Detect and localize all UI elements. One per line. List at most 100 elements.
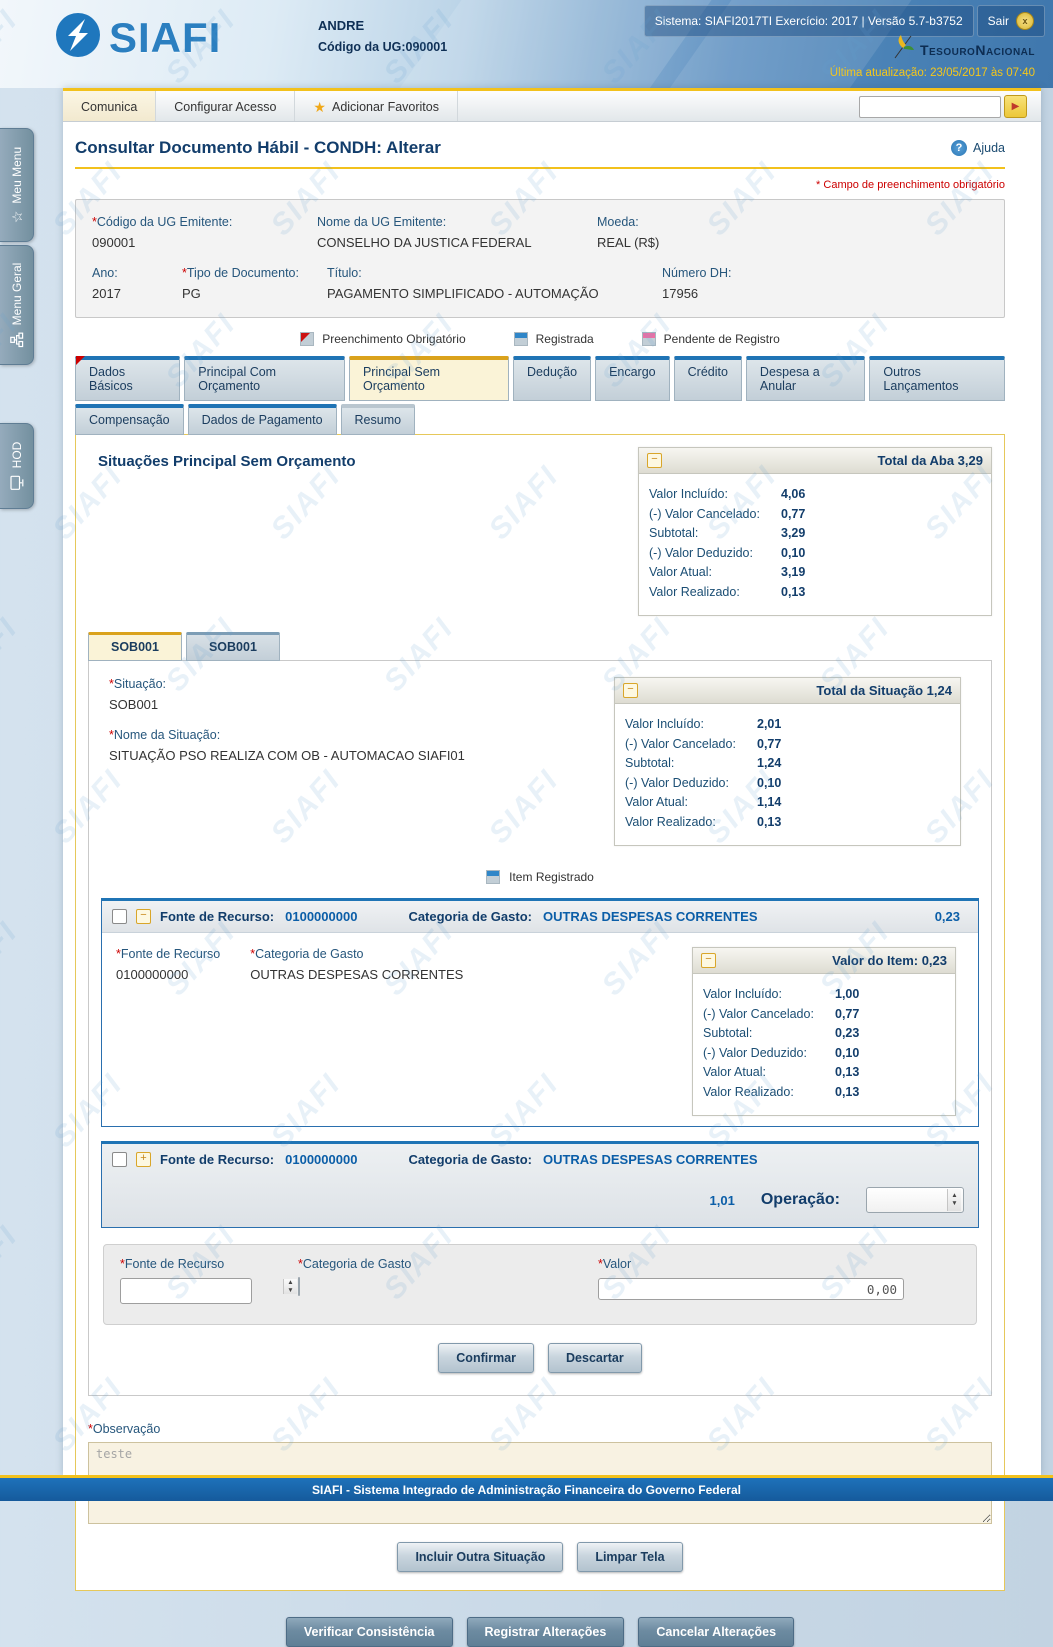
- item-fonte-value: 0100000000: [116, 967, 220, 982]
- collapse-icon[interactable]: −: [623, 683, 638, 698]
- pending-legend-icon: [642, 332, 656, 346]
- categoria-gasto-select[interactable]: ▲▼: [298, 1277, 300, 1296]
- sidebar-item-label: Menu Geral: [10, 263, 24, 326]
- sidebar-item-meu-menu[interactable]: ☆ Meu Menu: [0, 128, 34, 242]
- required-legend-icon: [300, 332, 314, 346]
- nav-tab-adicionar-favoritos[interactable]: ★ Adicionar Favoritos: [295, 91, 458, 121]
- sidebar-item-menu-geral[interactable]: Menu Geral: [0, 245, 34, 365]
- valor-input[interactable]: [598, 1278, 904, 1300]
- tab-credito[interactable]: Crédito: [674, 356, 742, 401]
- spinner-arrows-icon[interactable]: ▲▼: [947, 1189, 961, 1211]
- registrar-alteracoes-button[interactable]: Registrar Alterações: [467, 1617, 625, 1647]
- item-checkbox[interactable]: [112, 909, 127, 924]
- fonte-recurso-link[interactable]: 0100000000: [285, 1152, 357, 1167]
- system-info: Sistema: SIAFI2017TI Exercício: 2017 | V…: [644, 5, 974, 37]
- situacao-name-value: SITUAÇÃO PSO REALIZA COM OB - AUTOMACAO …: [109, 748, 465, 763]
- monitor-icon: [10, 475, 24, 490]
- side-menu: ☆ Meu Menu Menu Geral HOD: [0, 128, 36, 512]
- search-go-button[interactable]: ▶: [1004, 95, 1027, 118]
- spinner-arrows-icon[interactable]: ▲▼: [283, 1279, 297, 1294]
- valor-item-panel: − Valor do Item: 0,23 Valor Incluído:1,0…: [692, 947, 956, 1116]
- categoria-gasto-link[interactable]: OUTRAS DESPESAS CORRENTES: [543, 909, 758, 924]
- resource-item-1: − Fonte de Recurso: 0100000000 Categoria…: [101, 898, 979, 1127]
- sidebar-item-hod[interactable]: HOD: [0, 423, 34, 509]
- collapse-icon[interactable]: −: [701, 953, 716, 968]
- subtab-sob001-2[interactable]: SOB001: [186, 632, 280, 661]
- descartar-button[interactable]: Descartar: [548, 1343, 642, 1373]
- tab-principal-com-orcamento[interactable]: Principal Com Orçamento: [184, 356, 345, 401]
- collapse-icon[interactable]: −: [136, 909, 151, 924]
- confirmar-button[interactable]: Confirmar: [438, 1343, 534, 1373]
- help-icon[interactable]: ?: [951, 140, 967, 156]
- tab-outros-lancamentos[interactable]: Outros Lançamentos: [869, 356, 1005, 401]
- help-link[interactable]: ? Ajuda: [951, 140, 1005, 156]
- field-numero-dh: Número DH: 17956: [662, 266, 731, 301]
- fonte-recurso-input[interactable]: [120, 1278, 252, 1304]
- treasury-logo-text: TesouroNacional: [920, 42, 1035, 58]
- tipo-value: PG: [182, 286, 327, 301]
- total-aba-panel: − Total da Aba 3,29 Valor Incluído:4,06 …: [638, 447, 992, 616]
- categoria-gasto-link[interactable]: OUTRAS DESPESAS CORRENTES: [543, 1152, 758, 1167]
- ug-code-value: 090001: [92, 235, 317, 250]
- ano-value: 2017: [92, 286, 182, 301]
- ug-name-value: CONSELHO DA JUSTICA FEDERAL: [317, 235, 597, 250]
- search-arrow-icon: ▶: [1012, 101, 1020, 112]
- item-categoria-field: *Categoria de Gasto OUTRAS DESPESAS CORR…: [250, 947, 463, 1116]
- operacao-select[interactable]: ▲▼: [866, 1187, 964, 1213]
- search-input[interactable]: [859, 96, 1001, 118]
- siafi-logo-icon: [55, 12, 101, 63]
- resource-item-1-header[interactable]: − Fonte de Recurso: 0100000000 Categoria…: [102, 901, 978, 932]
- item-checkbox[interactable]: [112, 1152, 127, 1167]
- situation-subtabs: SOB001 SOB001: [88, 632, 992, 661]
- field-moeda: Moeda: REAL (R$): [597, 215, 659, 250]
- tab-despesa-a-anular[interactable]: Despesa a Anular: [746, 356, 866, 401]
- situacao-value: SOB001: [109, 697, 465, 712]
- collapse-icon[interactable]: −: [647, 453, 662, 468]
- incluir-outra-situacao-button[interactable]: Incluir Outra Situação: [397, 1542, 563, 1572]
- total-situacao-title: Total da Situação 1,24: [638, 683, 952, 698]
- page-title: Consultar Documento Hábil - CONDH: Alter…: [75, 138, 441, 158]
- top-banner: SIAFI ANDRE Código da UG:090001 Sistema:…: [0, 0, 1053, 88]
- treasury-logo-icon: [891, 34, 915, 65]
- section-heading: Situações Principal Sem Orçamento: [98, 453, 356, 470]
- tab-dados-de-pagamento[interactable]: Dados de Pagamento: [188, 404, 337, 435]
- titulo-value: PAGAMENTO SIMPLIFICADO - AUTOMAÇÃO: [327, 286, 662, 301]
- sidebar-item-label: Meu Menu: [10, 147, 24, 204]
- star-outline-icon: ☆: [8, 211, 25, 224]
- total-situacao-panel: − Total da Situação 1,24 Valor Incluído:…: [614, 677, 961, 846]
- moeda-value: REAL (R$): [597, 235, 659, 250]
- nav-tab-configurar-acesso[interactable]: Configurar Acesso: [156, 91, 295, 121]
- logout-label: Sair: [988, 14, 1009, 28]
- limpar-tela-button[interactable]: Limpar Tela: [577, 1542, 682, 1572]
- help-label: Ajuda: [973, 141, 1005, 155]
- logout-x-icon[interactable]: x: [1016, 12, 1034, 30]
- form-fonte-field: *Fonte de Recurso: [120, 1257, 252, 1304]
- observacao-block: *Observação teste: [88, 1422, 992, 1524]
- tab-dados-basicos[interactable]: Dados Básicos: [75, 356, 180, 401]
- verificar-consistencia-button[interactable]: Verificar Consistência: [286, 1617, 453, 1647]
- tab-deducao[interactable]: Dedução: [513, 356, 591, 401]
- tab-encargo[interactable]: Encargo: [595, 356, 670, 401]
- logout-button[interactable]: Sair x: [977, 5, 1045, 37]
- tab-resumo[interactable]: Resumo: [341, 404, 416, 435]
- situation-content-box: *Situação: SOB001 *Nome da Situação: SIT…: [88, 660, 992, 1396]
- field-tipo-documento: *Tipo de Documento: PG: [182, 266, 327, 301]
- resource-item-2-header[interactable]: + Fonte de Recurso: 0100000000 Categoria…: [102, 1144, 978, 1175]
- item-registered-icon: [486, 870, 500, 884]
- tab-compensacao[interactable]: Compensação: [75, 404, 184, 435]
- fonte-recurso-link[interactable]: 0100000000: [285, 909, 357, 924]
- tab-principal-sem-orcamento[interactable]: Principal Sem Orçamento: [349, 356, 509, 401]
- document-tabs-row2: Compensação Dados de Pagamento Resumo: [75, 404, 1005, 435]
- resource-item-2: + Fonte de Recurso: 0100000000 Categoria…: [101, 1141, 979, 1228]
- nav-tab-comunica[interactable]: Comunica: [63, 91, 156, 121]
- subtab-sob001-1[interactable]: SOB001: [88, 632, 182, 661]
- last-update-text: Última atualização: 23/05/2017 às 07:40: [830, 67, 1035, 79]
- item-categoria-value: OUTRAS DESPESAS CORRENTES: [250, 967, 463, 982]
- cancelar-alteracoes-button[interactable]: Cancelar Alterações: [638, 1617, 794, 1647]
- form-valor-field: *Valor: [598, 1257, 904, 1300]
- registered-legend-icon: [514, 332, 528, 346]
- siafi-logo: SIAFI: [55, 12, 221, 63]
- numero-dh-value: 17956: [662, 286, 731, 301]
- expand-icon[interactable]: +: [136, 1152, 151, 1167]
- form-categoria-field: *Categoria de Gasto ▲▼: [298, 1257, 411, 1296]
